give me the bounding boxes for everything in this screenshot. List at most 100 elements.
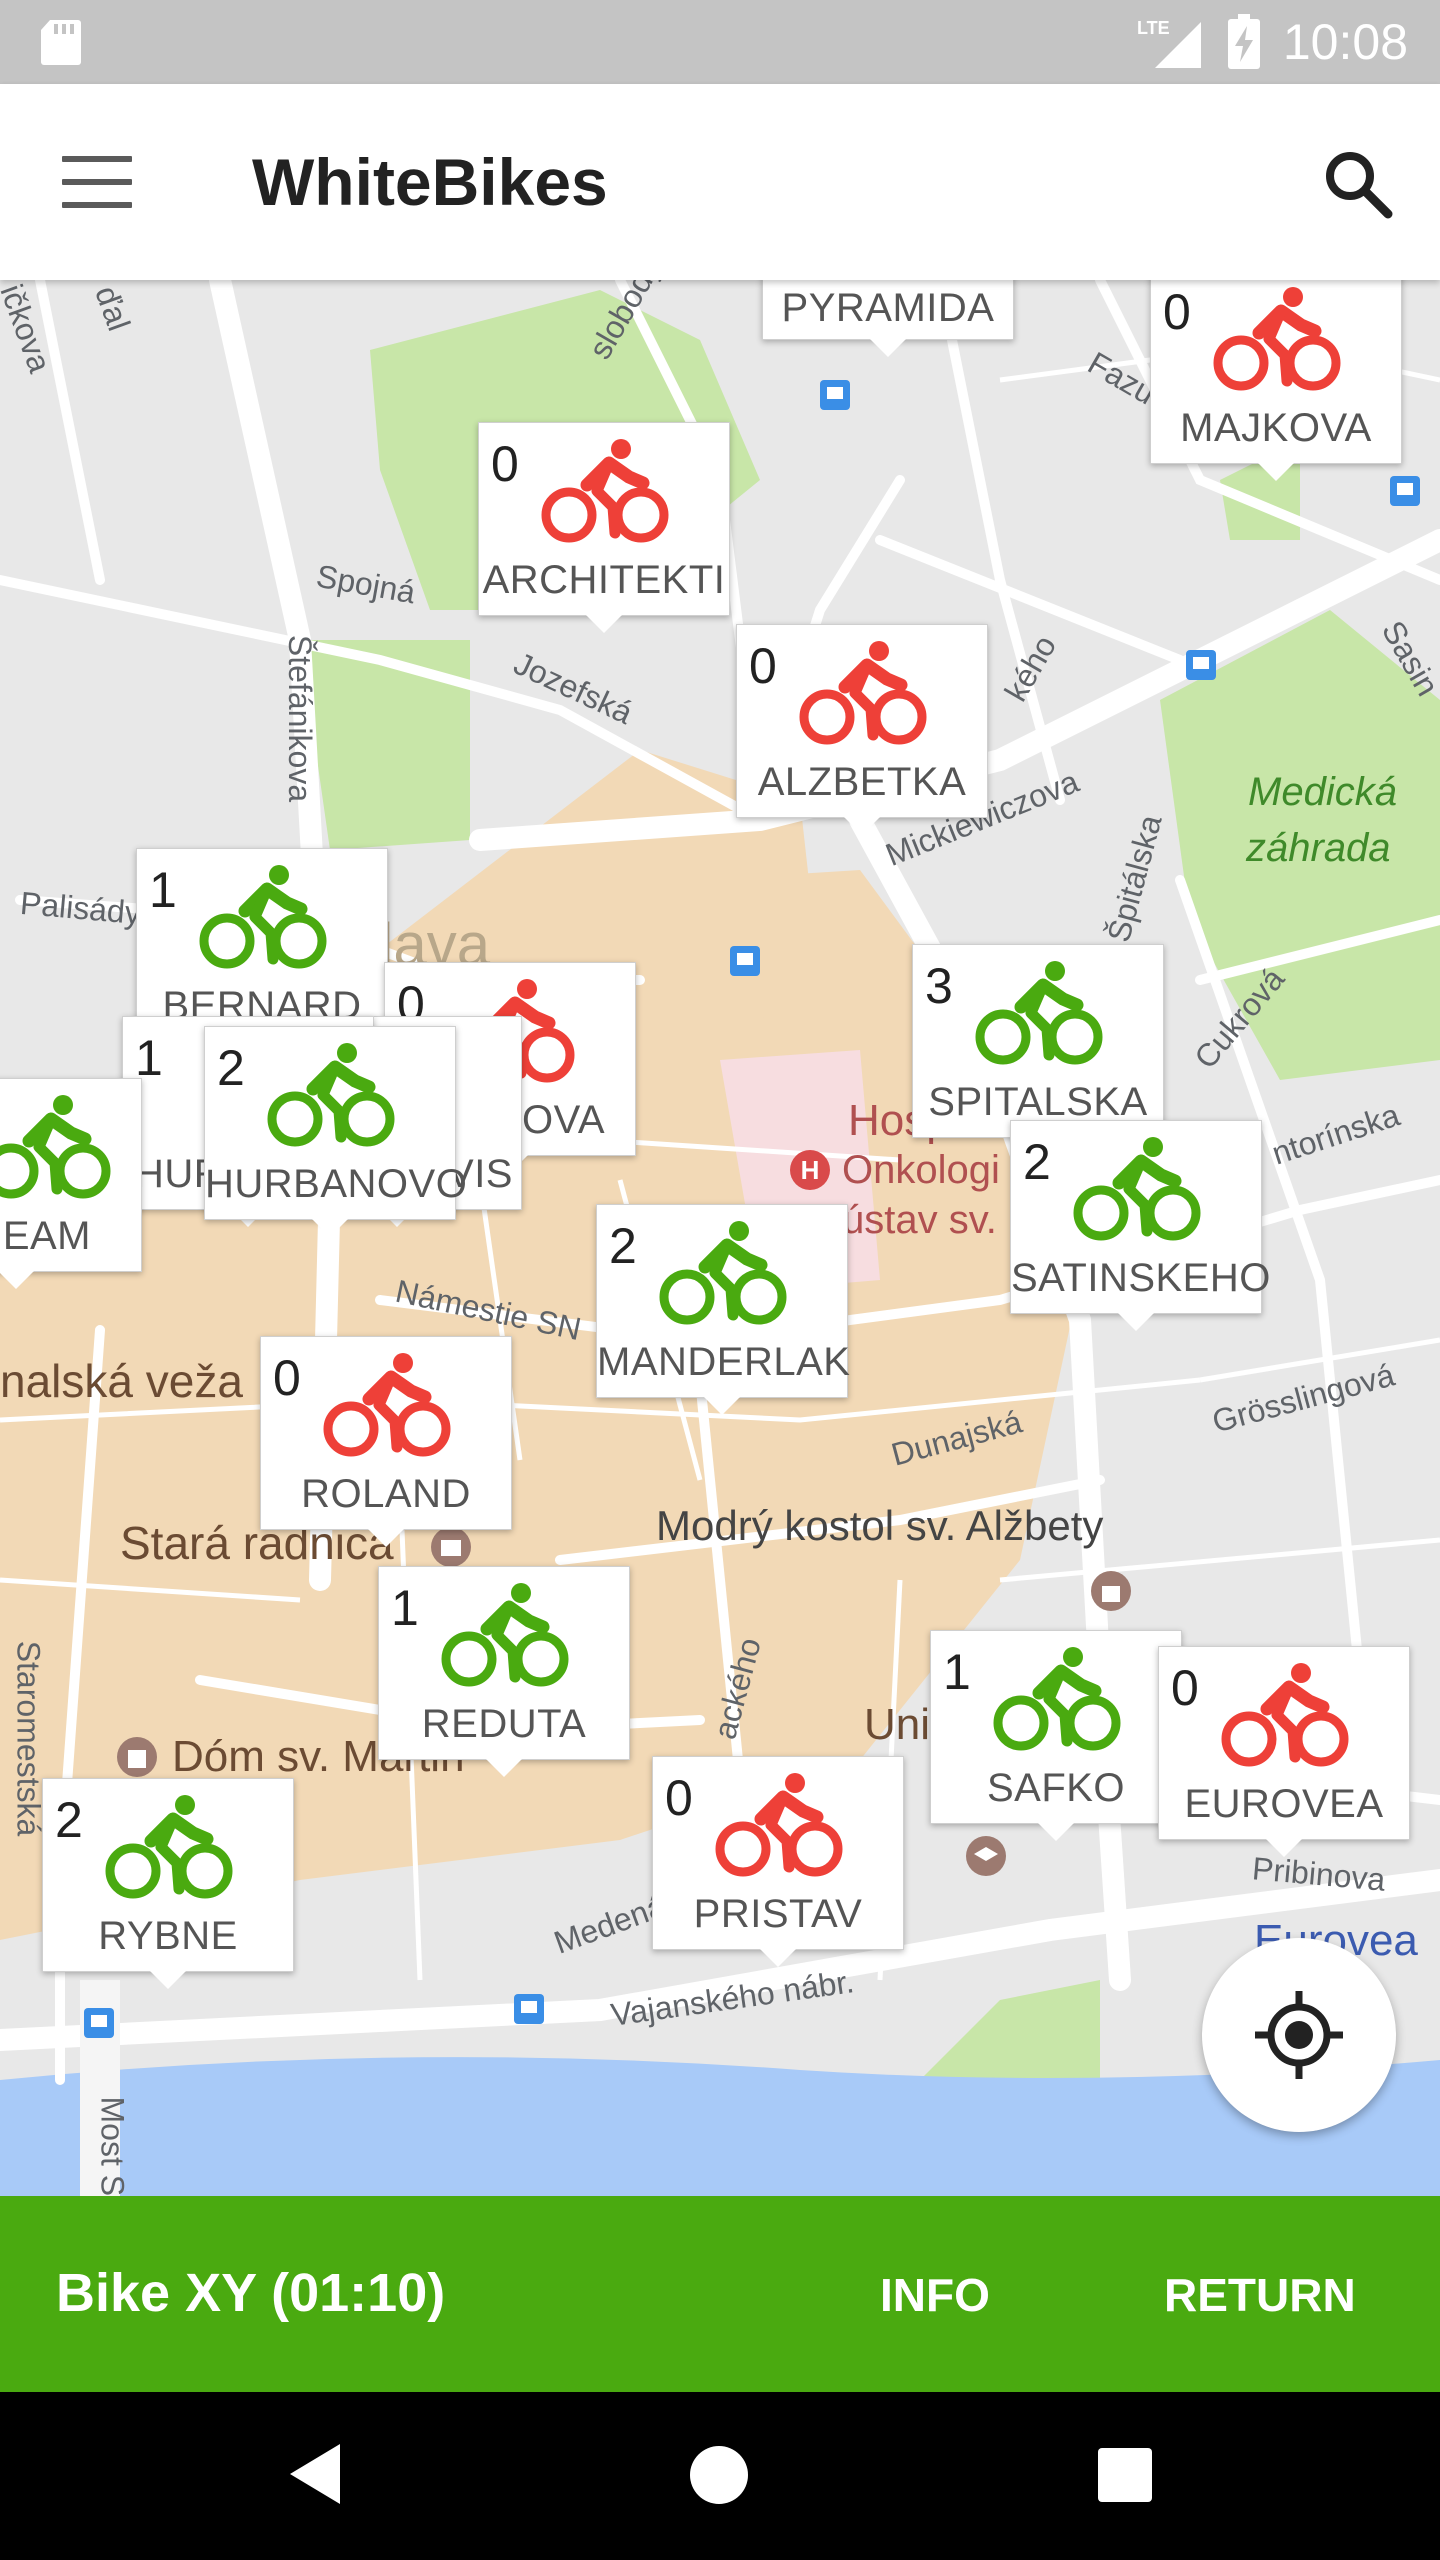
bus-stop-icon	[1186, 650, 1216, 680]
station-name: SATINSKEHO	[1011, 1256, 1271, 1300]
station-name: EAM	[2, 1214, 91, 1258]
station-marker-roland[interactable]: 0 ROLAND	[260, 1336, 512, 1547]
station-marker-rybne[interactable]: 2 RYBNE	[42, 1778, 294, 1989]
street-label-most: Most SNP	[94, 2096, 131, 2196]
bike-icon	[199, 865, 327, 969]
bus-stop-icon	[820, 380, 850, 410]
return-button[interactable]: RETURN	[1164, 2268, 1356, 2322]
station-bike-count: 0	[665, 1770, 693, 1826]
active-bike-status: Bike XY (01:10)	[56, 2263, 446, 2323]
station-name: HURBANOVO	[205, 1162, 468, 1206]
bus-stop-icon	[84, 2008, 114, 2038]
station-name: RYBNE	[98, 1914, 238, 1958]
bike-icon	[267, 1043, 395, 1147]
bike-icon	[105, 1795, 233, 1899]
station-marker-reduta[interactable]: 1 REDUTA	[378, 1566, 630, 1777]
clock: 10:08	[1282, 14, 1408, 70]
bike-icon	[1073, 1137, 1201, 1241]
bike-icon	[323, 1353, 451, 1457]
station-bike-count: 1	[149, 862, 177, 918]
station-name: PRISTAV	[693, 1892, 863, 1936]
home-icon[interactable]	[690, 2446, 748, 2504]
bike-icon	[659, 1221, 787, 1325]
bike-icon	[975, 961, 1103, 1065]
svg-text:H: H	[801, 1155, 820, 1185]
poi-label-mihalska-veza: nalská veža	[0, 1355, 243, 1407]
park-label-medicka: Medická	[1248, 770, 1397, 814]
system-navigation-bar	[0, 2392, 1440, 2560]
app-title: WhiteBikes	[252, 145, 608, 219]
station-bike-count: 0	[1171, 1660, 1199, 1716]
station-name: PYRAMIDA	[781, 286, 995, 330]
station-name: ROLAND	[301, 1472, 471, 1516]
station-bike-count: 2	[55, 1792, 83, 1848]
station-name: REDUTA	[421, 1702, 587, 1746]
my-location-icon	[1255, 1991, 1343, 2079]
bike-icon	[993, 1647, 1121, 1751]
app-bar: WhiteBikes	[0, 84, 1440, 280]
station-marker-satinskeho[interactable]: 2 SATINSKEHO	[1010, 1120, 1271, 1331]
station-marker-hurbanovo[interactable]: 2 HURBANOVO	[204, 1026, 468, 1237]
station-marker-manderlak[interactable]: 2 MANDERLAK	[596, 1204, 851, 1415]
station-bike-count: 2	[217, 1040, 245, 1096]
bike-icon	[541, 439, 669, 543]
status-bar: LTE 10:08	[0, 0, 1440, 84]
station-name: ALZBETKA	[757, 760, 967, 804]
bike-icon	[715, 1773, 843, 1877]
poi-label-modry-kostol: Modrý kostol sv. Alžbety	[656, 1502, 1104, 1549]
bus-stop-icon	[730, 946, 760, 976]
station-marker-bernard[interactable]: 1 BERNARD	[136, 848, 388, 1059]
bus-stop-icon	[1390, 476, 1420, 506]
station-bike-count: 0	[749, 638, 777, 694]
my-location-button[interactable]	[1202, 1938, 1396, 2132]
poi-label-ustav: ústav sv.	[842, 1198, 997, 1242]
hamburger-menu-icon[interactable]	[62, 156, 132, 208]
station-name: MANDERLAK	[597, 1340, 851, 1384]
bike-icon	[799, 641, 927, 745]
info-button[interactable]: INFO	[880, 2268, 990, 2322]
station-name: MAJKOVA	[1180, 406, 1372, 450]
battery-charging-icon	[1227, 14, 1260, 69]
sd-card-icon	[41, 20, 81, 65]
station-marker-pyramida[interactable]: PYRAMIDA	[762, 280, 1014, 357]
poi-label-uni: Uni	[864, 1700, 931, 1749]
hospital-icon: H	[790, 1150, 830, 1190]
station-marker-eam[interactable]: EAM	[0, 1078, 142, 1289]
street-label-staromestska: Staromestská	[10, 1640, 47, 1837]
station-name: SPITALSKA	[928, 1080, 1148, 1124]
park-label-zahrada: záhrada	[1246, 826, 1391, 870]
station-bike-count: 1	[943, 1644, 971, 1700]
station-name: EUROVEA	[1184, 1782, 1384, 1826]
search-icon[interactable]	[1320, 146, 1396, 222]
university-icon	[966, 1836, 1006, 1876]
back-icon[interactable]	[288, 2442, 342, 2506]
station-bike-count: 0	[273, 1350, 301, 1406]
station-marker-spitalska[interactable]: 3 SPITALSKA	[912, 944, 1164, 1155]
recent-apps-icon[interactable]	[1098, 2448, 1152, 2502]
lte-signal-icon: LTE	[1137, 18, 1201, 68]
bike-icon	[441, 1583, 569, 1687]
station-marker-pristav[interactable]: 0 PRISTAV	[652, 1756, 904, 1967]
street-label-stefanikova: Štefánikova	[282, 634, 319, 803]
station-marker-architekti[interactable]: 0 ARCHITEKTI	[478, 422, 730, 633]
station-bike-count: 0	[1163, 284, 1191, 340]
svg-text:LTE: LTE	[1137, 18, 1170, 38]
poi-label-onkologi: Onkologi	[842, 1148, 1000, 1192]
station-marker-alzbetka[interactable]: 0 ALZBETKA	[736, 624, 988, 835]
church-icon	[1091, 1571, 1131, 1611]
bus-stop-icon	[514, 1994, 544, 2024]
station-bike-count: 2	[609, 1218, 637, 1274]
station-marker-majkova[interactable]: 0 MAJKOVA	[1150, 280, 1402, 481]
station-marker-safko[interactable]: 1 SAFKO	[930, 1630, 1182, 1841]
bike-icon	[0, 1095, 111, 1199]
station-bike-count: 1	[391, 1580, 419, 1636]
map-view[interactable]: Spojná Jozefská Štefánikova Palisády slo…	[0, 280, 1440, 2196]
cathedral-icon	[117, 1737, 157, 1777]
rental-status-bar: Bike XY (01:10) INFO RETURN	[0, 2196, 1440, 2392]
station-marker-eurovea[interactable]: 0 EUROVEA	[1158, 1646, 1410, 1857]
station-name: ARCHITEKTI	[482, 558, 726, 602]
station-bike-count: 0	[491, 436, 519, 492]
station-bike-count: 2	[1023, 1134, 1051, 1190]
bike-icon	[1213, 287, 1341, 391]
museum-icon	[431, 1527, 471, 1567]
